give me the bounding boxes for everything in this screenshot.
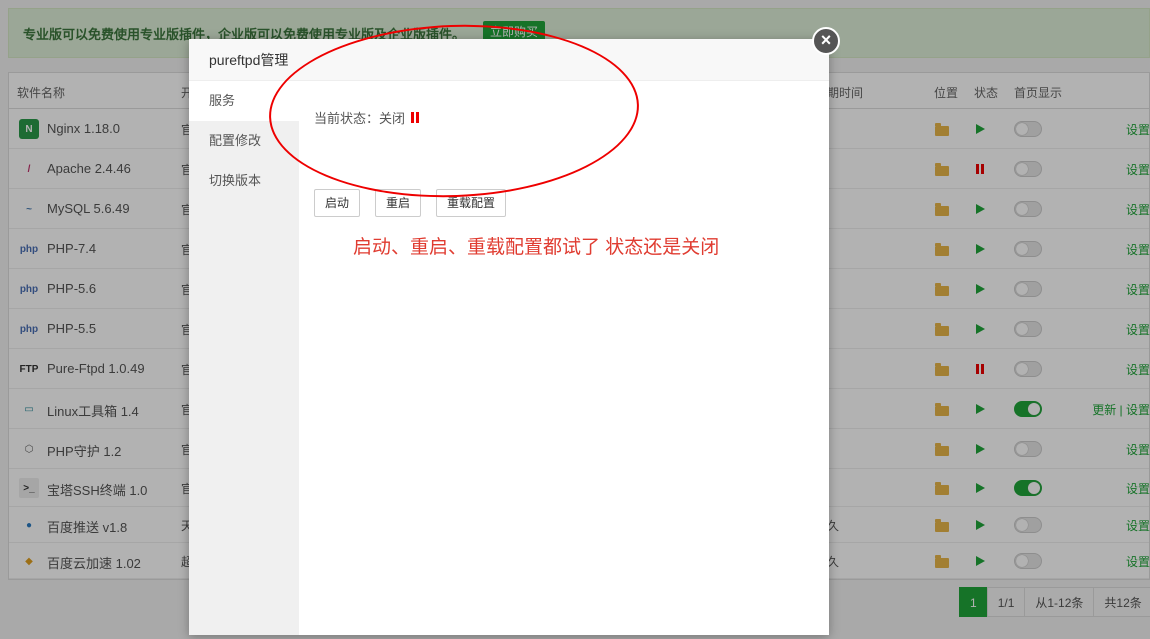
modal-sidebar: 服务 配置修改 切换版本 (189, 81, 299, 635)
tab-switch-version[interactable]: 切换版本 (189, 161, 299, 201)
start-button[interactable]: 启动 (314, 189, 361, 217)
close-icon[interactable]: × (812, 27, 840, 55)
annotation-text: 启动、重启、重载配置都试了 状态还是关闭 (353, 237, 720, 258)
